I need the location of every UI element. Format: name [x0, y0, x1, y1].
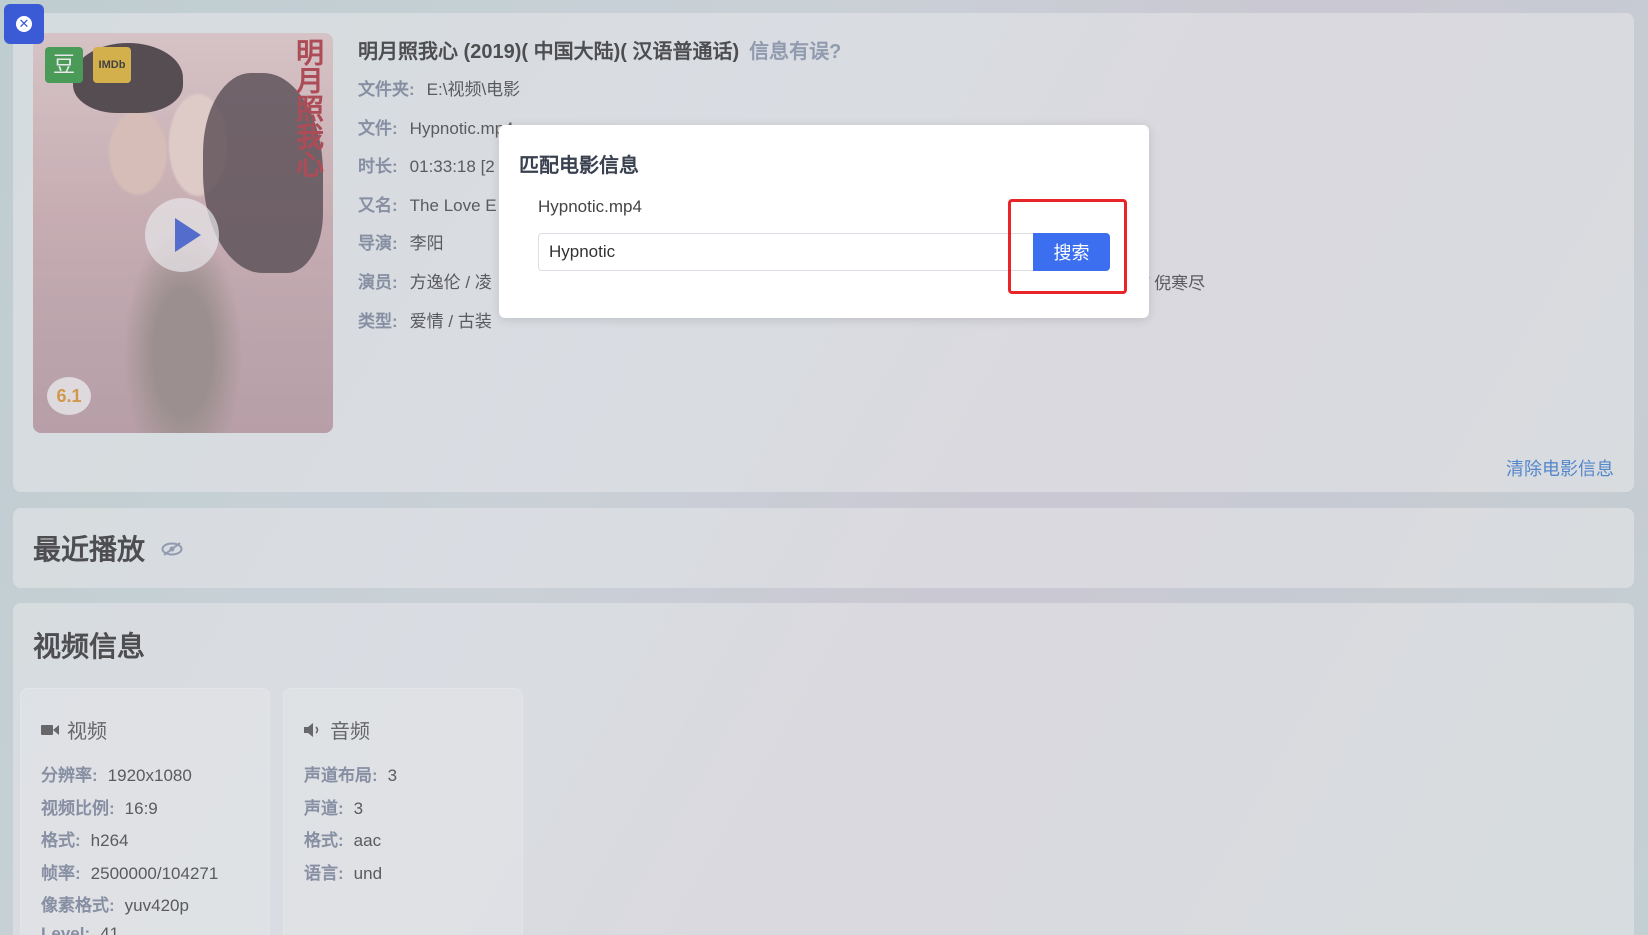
highlight-annotation	[1008, 199, 1127, 294]
dialog-file-name: Hypnotic.mp4	[538, 197, 642, 216]
search-input[interactable]	[538, 233, 1034, 271]
dialog-title: 匹配电影信息	[519, 155, 639, 177]
close-icon: ✕	[16, 16, 32, 32]
close-button[interactable]: ✕	[4, 4, 44, 44]
